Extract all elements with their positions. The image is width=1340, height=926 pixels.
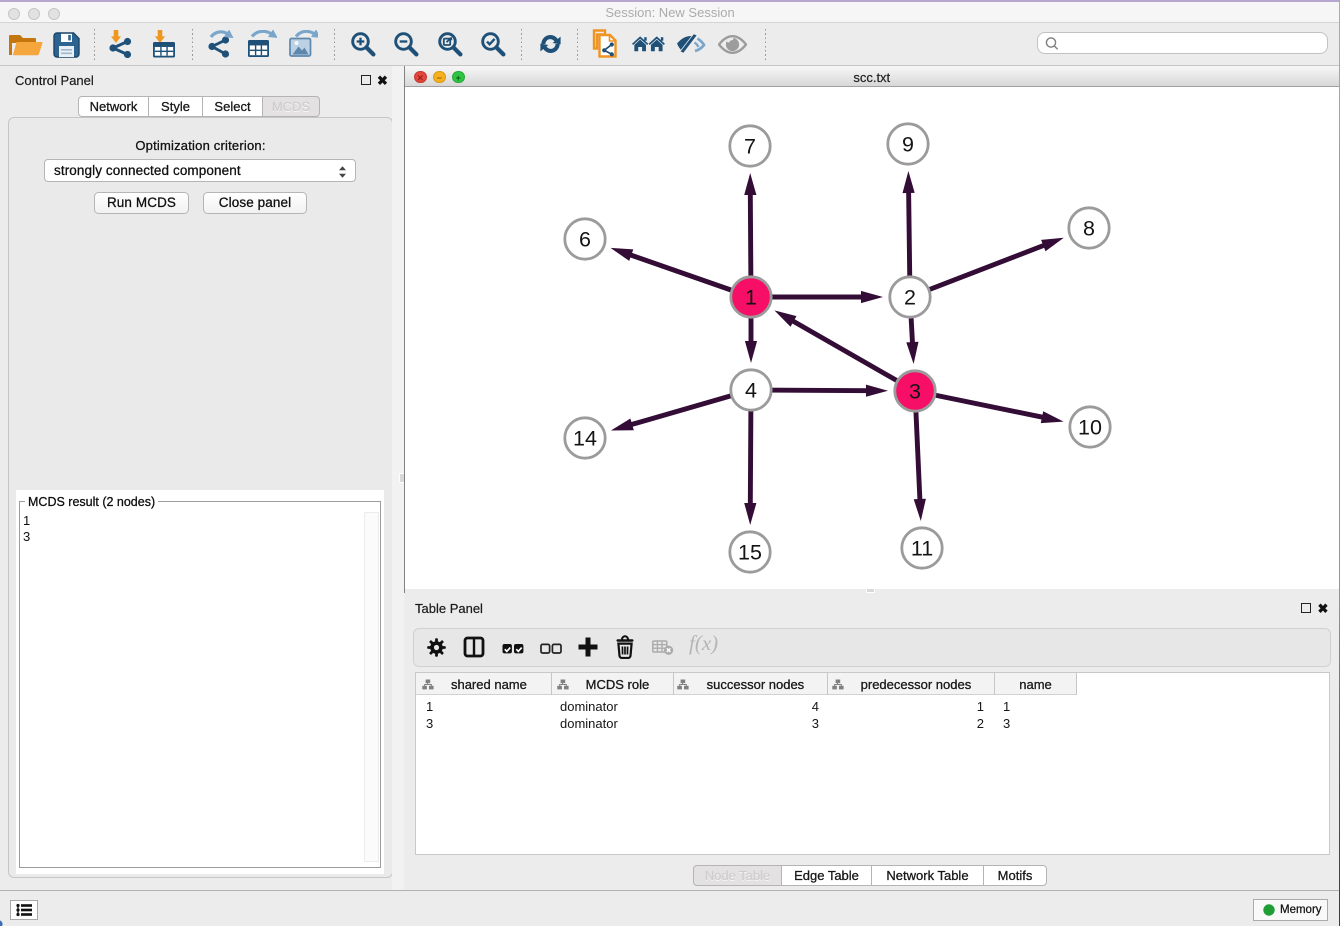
svg-text:4: 4 (745, 379, 757, 403)
svg-text:10: 10 (1078, 416, 1102, 440)
svg-text:9: 9 (902, 133, 914, 157)
svg-text:2: 2 (904, 286, 916, 310)
svg-text:1: 1 (745, 286, 757, 310)
svg-text:6: 6 (579, 228, 591, 252)
svg-text:7: 7 (744, 135, 756, 159)
svg-text:11: 11 (911, 537, 933, 561)
svg-text:14: 14 (573, 427, 597, 451)
svg-text:3: 3 (909, 380, 921, 404)
svg-text:15: 15 (738, 541, 762, 565)
svg-text:8: 8 (1083, 217, 1095, 241)
